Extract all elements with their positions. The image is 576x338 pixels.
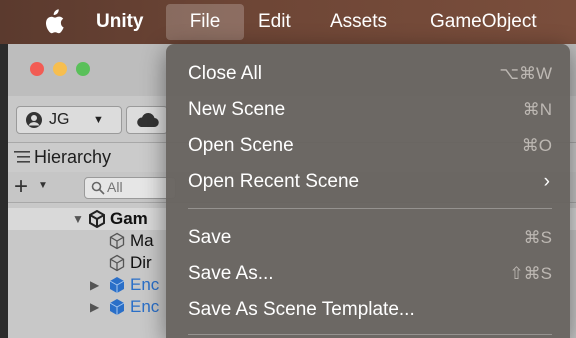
app-menu-unity[interactable]: Unity [96, 0, 144, 44]
menu-item-label: Save As... [188, 263, 274, 284]
menu-separator [188, 208, 552, 209]
add-object-button[interactable]: + [14, 173, 28, 201]
menu-item-close-all[interactable]: Close All ⌥⌘W [166, 58, 570, 90]
menu-bar: Unity File Edit Assets GameObject [0, 0, 576, 44]
shortcut-label: ⌘S [523, 228, 552, 247]
menu-item-new-scene[interactable]: New Scene ⌘N [166, 94, 570, 126]
cube-icon [109, 299, 125, 315]
account-icon [26, 112, 42, 128]
unity-logo-icon [89, 210, 105, 228]
tree-row-label: Enc [130, 297, 160, 316]
hierarchy-list-icon [14, 151, 30, 163]
search-icon [91, 181, 105, 195]
menu-separator [188, 334, 552, 335]
menu-item-save-as-scene-template[interactable]: Save As Scene Template... [166, 294, 570, 326]
expand-arrow-icon[interactable]: ▶ [90, 274, 99, 296]
close-window-button[interactable] [30, 62, 44, 76]
expand-arrow-icon[interactable]: ▼ [72, 208, 84, 230]
menu-item-open-scene[interactable]: Open Scene ⌘O [166, 130, 570, 162]
account-dropdown[interactable]: JG ▼ [16, 106, 122, 134]
cube-icon [109, 232, 125, 250]
expand-arrow-icon[interactable]: ▶ [90, 296, 99, 318]
chevron-down-icon: ▼ [93, 114, 104, 126]
search-input[interactable] [107, 179, 167, 195]
menu-item-label: Close All [188, 63, 262, 84]
cloud-icon [137, 113, 159, 128]
apple-menu[interactable] [40, 0, 74, 44]
shortcut-label: ⌥⌘W [499, 64, 552, 83]
tree-row-label: Ma [130, 231, 154, 250]
minimize-window-button[interactable] [53, 62, 67, 76]
apple-icon [45, 9, 64, 34]
tree-row-label: Dir [130, 253, 152, 272]
tree-row-label: Enc [130, 275, 160, 294]
menu-item-label: Open Recent Scene [188, 171, 360, 192]
file-menu-dropdown: Close All ⌥⌘W New Scene ⌘N Open Scene ⌘O… [166, 44, 570, 338]
menu-item-label: Open Scene [188, 135, 294, 156]
menu-item-label: Save As Scene Template... [188, 299, 415, 320]
menu-item-label: Save [188, 227, 232, 248]
menu-gameobject[interactable]: GameObject [430, 0, 537, 44]
zoom-window-button[interactable] [76, 62, 90, 76]
menu-item-open-recent-scene[interactable]: Open Recent Scene › [166, 166, 570, 198]
chevron-down-icon[interactable]: ▼ [38, 180, 48, 191]
menu-item-save-as[interactable]: Save As... ⇧⌘S [166, 258, 570, 290]
cloud-button[interactable] [126, 106, 168, 134]
menu-edit[interactable]: Edit [258, 0, 291, 44]
hierarchy-tab-label: Hierarchy [34, 147, 112, 167]
tree-row-label: Gam [110, 209, 148, 228]
shortcut-label: ⌘N [522, 100, 552, 119]
shortcut-label: ⇧⌘S [509, 264, 552, 283]
shortcut-label: ⌘O [521, 136, 552, 155]
hierarchy-search[interactable] [84, 177, 176, 199]
menu-assets[interactable]: Assets [330, 0, 387, 44]
menu-file[interactable]: File [166, 4, 244, 40]
cube-icon [109, 277, 125, 293]
menu-item-save[interactable]: Save ⌘S [166, 222, 570, 254]
cube-icon [109, 254, 125, 272]
chevron-right-icon: › [543, 171, 550, 192]
account-initials: JG [49, 111, 70, 128]
menu-item-label: New Scene [188, 99, 286, 120]
